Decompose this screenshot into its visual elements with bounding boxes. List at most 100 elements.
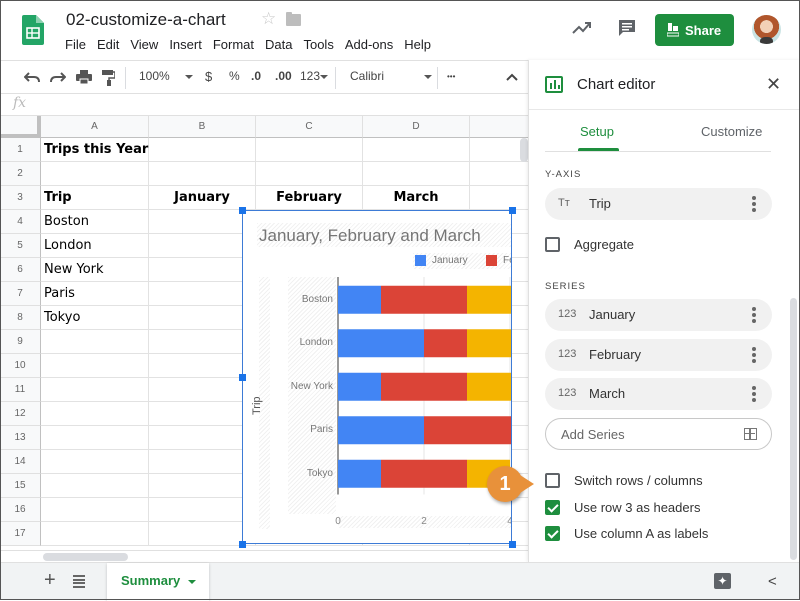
sheet-tab-summary[interactable]: Summary <box>107 563 209 601</box>
cell-b11[interactable] <box>149 378 256 402</box>
cell-a3[interactable]: Trip <box>41 186 149 210</box>
category-label[interactable]: Boston <box>273 294 333 305</box>
cell-a2[interactable] <box>41 162 149 186</box>
bar-london-march[interactable] <box>467 329 512 358</box>
cell-e3[interactable] <box>470 186 528 210</box>
folder-icon[interactable] <box>286 12 301 26</box>
more-vert-icon[interactable] <box>752 196 756 212</box>
series-item-march[interactable]: 123 March <box>545 378 772 410</box>
series-item-january[interactable]: 123 January <box>545 299 772 331</box>
cell-a4[interactable]: Boston <box>41 210 149 234</box>
row-header[interactable]: 4 <box>0 210 41 234</box>
bar-new-york-february[interactable] <box>381 372 467 401</box>
use-column-labels-checkbox[interactable] <box>545 526 560 541</box>
menu-insert[interactable]: Insert <box>169 37 202 52</box>
cell-a13[interactable] <box>41 426 149 450</box>
collapse-panel-icon[interactable]: < <box>768 573 777 590</box>
y-axis-field[interactable]: Tт Trip <box>545 188 772 220</box>
row-header[interactable]: 8 <box>0 306 41 330</box>
font-select[interactable]: Calibri <box>350 69 433 83</box>
paint-format-icon[interactable] <box>102 70 115 86</box>
cell-b12[interactable] <box>149 402 256 426</box>
cell-b5[interactable] <box>149 234 256 258</box>
row-header[interactable]: 9 <box>0 330 41 354</box>
row-header[interactable]: 15 <box>0 474 41 498</box>
bar-new-york-january[interactable] <box>338 372 381 401</box>
cell-c2[interactable] <box>256 162 363 186</box>
resize-handle-bottom-right[interactable] <box>509 541 516 548</box>
tab-customize[interactable]: Customize <box>701 124 762 139</box>
row-header[interactable]: 2 <box>0 162 41 186</box>
sheets-logo-icon[interactable] <box>22 13 44 47</box>
cell-a7[interactable]: Paris <box>41 282 149 306</box>
cell-c1[interactable] <box>256 138 363 162</box>
menu-edit[interactable]: Edit <box>97 37 119 52</box>
row-header[interactable]: 11 <box>0 378 41 402</box>
all-sheets-icon[interactable] <box>73 575 85 588</box>
more-vert-icon[interactable] <box>752 386 756 402</box>
undo-icon[interactable] <box>24 71 40 83</box>
cell-a9[interactable] <box>41 330 149 354</box>
cell-b15[interactable] <box>149 474 256 498</box>
row-header[interactable]: 7 <box>0 282 41 306</box>
horizontal-scrollbar[interactable] <box>43 553 128 561</box>
cell-a17[interactable] <box>41 522 149 546</box>
row-header[interactable]: 10 <box>0 354 41 378</box>
cell-d3[interactable]: March <box>363 186 470 210</box>
cell-d1[interactable] <box>363 138 470 162</box>
column-header-b[interactable]: B <box>149 116 256 138</box>
bar-tokyo-january[interactable] <box>338 459 381 488</box>
range-select-icon[interactable] <box>744 428 757 440</box>
resize-handle-bottom-left[interactable] <box>239 541 246 548</box>
use-row-headers-checkbox[interactable] <box>545 500 560 515</box>
resize-handle-top-left[interactable] <box>239 207 246 214</box>
comment-icon[interactable] <box>618 19 636 37</box>
resize-handle-left[interactable] <box>239 374 246 381</box>
row-header[interactable]: 13 <box>0 426 41 450</box>
add-sheet-button[interactable]: + <box>44 569 56 592</box>
increase-decimal-button[interactable]: .00 <box>275 69 292 83</box>
row-header[interactable]: 14 <box>0 450 41 474</box>
vertical-scrollbar[interactable] <box>520 138 528 162</box>
cell-b16[interactable] <box>149 498 256 522</box>
cell-a10[interactable] <box>41 354 149 378</box>
more-options-button[interactable]: ••• <box>447 72 455 81</box>
bar-tokyo-february[interactable] <box>381 459 467 488</box>
category-label[interactable]: Tokyo <box>273 468 333 479</box>
embedded-chart[interactable]: January, February and March January Feb … <box>242 210 512 544</box>
cell-c3[interactable]: February <box>256 186 363 210</box>
menu-addons[interactable]: Add-ons <box>345 37 393 52</box>
collapse-toolbar-icon[interactable] <box>506 73 518 81</box>
more-vert-icon[interactable] <box>752 307 756 323</box>
cell-a11[interactable] <box>41 378 149 402</box>
share-button[interactable]: Share <box>655 14 734 46</box>
row-header[interactable]: 16 <box>0 498 41 522</box>
chevron-down-icon[interactable] <box>188 579 197 584</box>
row-header[interactable]: 6 <box>0 258 41 282</box>
cell-b9[interactable] <box>149 330 256 354</box>
cell-a1[interactable]: Trips this Year <box>41 138 149 162</box>
close-icon[interactable]: ✕ <box>766 74 781 95</box>
print-icon[interactable] <box>76 70 92 85</box>
cell-b13[interactable] <box>149 426 256 450</box>
category-label[interactable]: New York <box>273 381 333 392</box>
row-header[interactable]: 17 <box>0 522 41 546</box>
switch-rows-columns-checkbox[interactable] <box>545 473 560 488</box>
menu-format[interactable]: Format <box>213 37 254 52</box>
cell-a6[interactable]: New York <box>41 258 149 282</box>
more-formats-select[interactable]: 123 <box>300 69 329 83</box>
add-series-button[interactable]: Add Series <box>545 418 772 450</box>
formula-bar[interactable]: fx <box>0 94 528 116</box>
document-title[interactable]: 02-customize-a-chart <box>66 10 226 30</box>
user-avatar[interactable] <box>752 15 781 44</box>
column-header-e[interactable] <box>470 116 528 138</box>
column-header-d[interactable]: D <box>363 116 470 138</box>
cell-a14[interactable] <box>41 450 149 474</box>
cell-d2[interactable] <box>363 162 470 186</box>
aggregate-checkbox-row[interactable]: Aggregate <box>545 237 634 252</box>
resize-handle-top-right[interactable] <box>509 207 516 214</box>
menu-file[interactable]: File <box>65 37 86 52</box>
column-header-c[interactable]: C <box>256 116 363 138</box>
cell-b1[interactable] <box>149 138 256 162</box>
series-item-february[interactable]: 123 February <box>545 339 772 371</box>
